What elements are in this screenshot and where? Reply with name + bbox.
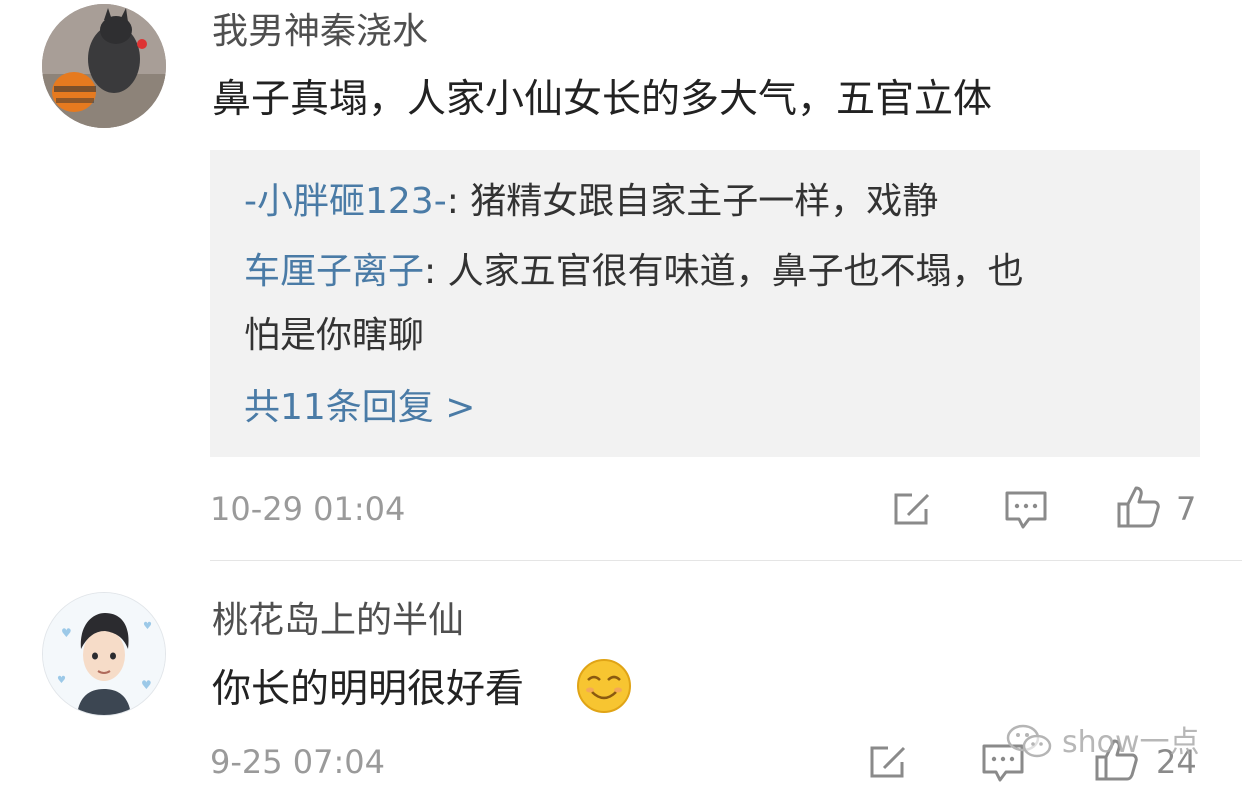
- reply-separator: :: [424, 251, 448, 292]
- cat-avatar-image: [42, 4, 166, 128]
- share-icon[interactable]: [866, 740, 912, 786]
- thumbs-up-icon[interactable]: [1115, 484, 1161, 530]
- reply-item[interactable]: -小胖砸123-: 猪精女跟自家主子一样，戏静: [244, 184, 938, 220]
- avatar-user1[interactable]: [42, 4, 166, 128]
- svg-text:♥: ♥: [57, 675, 66, 686]
- wechat-logo-icon: [1005, 722, 1055, 762]
- reply-separator: :: [446, 181, 471, 222]
- comment-timestamp: 9-25 07:04: [210, 743, 386, 781]
- comment-username[interactable]: 桃花岛上的半仙: [212, 603, 464, 639]
- reply-text: 人家五官很有味道，鼻子也不塌，也: [447, 251, 1024, 292]
- comment-timestamp: 10-29 01:04: [210, 490, 406, 528]
- cartoon-boy-avatar-image: ♥ ♥ ♥ ♥: [43, 593, 165, 715]
- avatar-user2[interactable]: ♥ ♥ ♥ ♥: [42, 592, 166, 716]
- reply-item[interactable]: 车厘子离子: 人家五官很有味道，鼻子也不塌，也: [244, 254, 1024, 290]
- svg-text:♥: ♥: [141, 678, 152, 692]
- comment-text: 鼻子真塌，人家小仙女长的多大气，五官立体: [212, 77, 993, 122]
- comment-divider: [210, 560, 1242, 561]
- share-icon[interactable]: [890, 487, 936, 533]
- reply-text-continuation: 怕是你瞎聊: [244, 315, 425, 356]
- reply-username[interactable]: -小胖砸123-: [244, 181, 447, 222]
- comment-username[interactable]: 我男神秦浇水: [212, 14, 428, 50]
- reply-username[interactable]: 车厘子离子: [244, 251, 424, 292]
- smiling-face-emoji: [576, 658, 632, 714]
- svg-text:♥: ♥: [143, 621, 152, 632]
- svg-text:♥: ♥: [61, 626, 72, 640]
- more-replies-link[interactable]: 共11条回复 >: [244, 390, 475, 426]
- comment-icon[interactable]: [1003, 487, 1049, 533]
- watermark-text: show一点: [1062, 725, 1200, 760]
- like-count: 7: [1176, 490, 1197, 528]
- comment-text: 你长的明明很好看: [212, 667, 525, 712]
- reply-text: 猪精女跟自家主子一样，戏静: [470, 181, 939, 222]
